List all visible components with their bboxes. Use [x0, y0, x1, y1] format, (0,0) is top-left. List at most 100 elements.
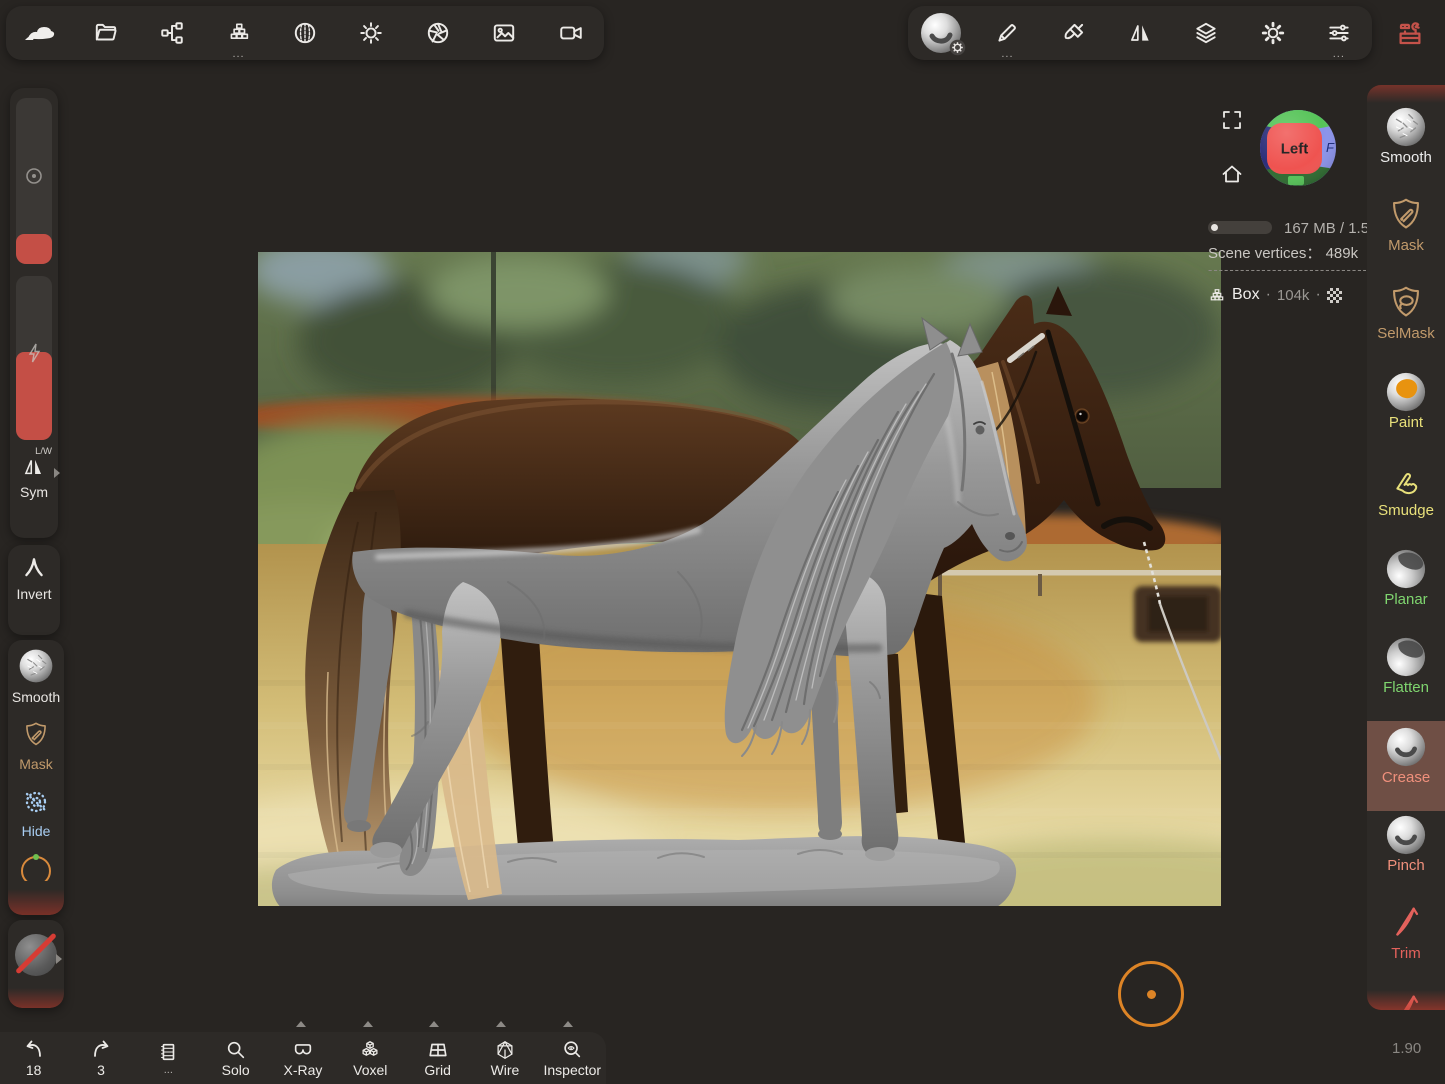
- left-panel-scroll-fade: [8, 889, 64, 915]
- tool-smudge[interactable]: Smudge: [1367, 456, 1445, 544]
- paint-sphere-icon: [1385, 371, 1427, 413]
- symmetry-button[interactable]: [1107, 6, 1173, 60]
- app-logo[interactable]: [6, 6, 72, 60]
- xray-button[interactable]: X-Ray: [269, 1032, 336, 1084]
- gizmo-icon: [19, 851, 53, 881]
- history-button[interactable]: ...: [135, 1032, 202, 1084]
- scene-vertices-label: Scene vertices：: [1208, 245, 1321, 262]
- invert-icon: [21, 555, 47, 581]
- mask-shield-icon: [1385, 194, 1427, 236]
- left-brush-controls: L/W Sym: [10, 88, 58, 538]
- top-left-toolbar: ...: [6, 6, 604, 60]
- voxel-caret[interactable]: [363, 1021, 373, 1027]
- sym-label: Sym: [10, 484, 58, 500]
- quick-gizmo-button[interactable]: [8, 839, 64, 886]
- solo-icon: [225, 1039, 247, 1061]
- crease-sphere-icon: [1385, 726, 1427, 768]
- scene-graph-button[interactable]: [139, 6, 205, 60]
- quick-smooth-button[interactable]: Smooth: [8, 640, 64, 705]
- top-right-toolbar: ... ...: [908, 6, 1372, 60]
- interface-sliders-button[interactable]: ...: [1306, 6, 1372, 60]
- smooth-sphere-icon: [1385, 106, 1427, 148]
- tool-paint[interactable]: Paint: [1367, 368, 1445, 456]
- tool-flatten[interactable]: Flatten: [1367, 633, 1445, 721]
- object-name: Box: [1232, 286, 1260, 304]
- voxel-button[interactable]: Voxel: [337, 1032, 404, 1084]
- grid-caret[interactable]: [429, 1021, 439, 1027]
- brush-intensity-slider[interactable]: [16, 276, 52, 440]
- solo-button[interactable]: Solo: [202, 1032, 269, 1084]
- toolbox-icon: [1395, 18, 1425, 48]
- scene-vertices-value: 489k: [1326, 245, 1359, 262]
- material-button[interactable]: [272, 6, 338, 60]
- selmask-shield-icon: [1385, 282, 1427, 324]
- canvas-3d-viewport[interactable]: [258, 252, 1221, 906]
- invert-button[interactable]: Invert: [8, 545, 60, 635]
- grid-button[interactable]: Grid: [404, 1032, 471, 1084]
- tool-mask[interactable]: Mask: [1367, 191, 1445, 279]
- inspector-caret[interactable]: [563, 1021, 573, 1027]
- memory-progress-knob: [1211, 224, 1218, 231]
- symmetry-toggle[interactable]: L/W Sym: [10, 446, 58, 500]
- planar-sphere-icon: [1385, 548, 1427, 590]
- tool-selmask[interactable]: SelMask: [1367, 279, 1445, 367]
- material-paint-button[interactable]: [1041, 6, 1107, 60]
- right-sidebar-scroll-fade-top: [1367, 85, 1445, 103]
- history-more: ...: [164, 1064, 173, 1076]
- flatten-sphere-icon: [1385, 636, 1427, 678]
- left-panel-scroll-fade2: [8, 988, 64, 1008]
- memory-progressbar: [1208, 221, 1272, 234]
- wire-caret[interactable]: [496, 1021, 506, 1027]
- postprocess-button[interactable]: [405, 6, 471, 60]
- topology-button[interactable]: ...: [205, 6, 271, 60]
- quick-mask-button[interactable]: Mask: [8, 705, 64, 772]
- files-button[interactable]: [72, 6, 138, 60]
- tool-crease[interactable]: Crease: [1367, 721, 1445, 811]
- quick-hide-button[interactable]: Hide: [8, 772, 64, 839]
- background-button[interactable]: [471, 6, 537, 60]
- tool-planar[interactable]: Planar: [1367, 545, 1445, 633]
- orientation-gizmo[interactable]: F Left: [1258, 108, 1338, 193]
- no-material-button[interactable]: [8, 920, 64, 1008]
- layers-button[interactable]: [1173, 6, 1239, 60]
- camera-button[interactable]: [538, 6, 604, 60]
- tool-smooth[interactable]: Smooth: [1367, 103, 1445, 191]
- sym-expand-arrow[interactable]: [54, 468, 60, 478]
- reference-photo-with-sculpt: [258, 252, 1221, 906]
- brush-settings-gear-badge[interactable]: [949, 39, 966, 56]
- xray-caret[interactable]: [296, 1021, 306, 1027]
- lighting-button[interactable]: [338, 6, 404, 60]
- undo-button[interactable]: 18: [0, 1032, 67, 1084]
- toolbox-button[interactable]: [1386, 10, 1434, 56]
- wireframe-icon: [493, 1039, 517, 1061]
- tool-pinch[interactable]: Pinch: [1367, 811, 1445, 899]
- brush-radius-slider[interactable]: [16, 98, 52, 264]
- settings-button[interactable]: [1239, 6, 1305, 60]
- material-expand-arrow[interactable]: [56, 954, 62, 964]
- inspector-button[interactable]: Inspector: [539, 1032, 606, 1084]
- home-view-button[interactable]: [1220, 162, 1244, 191]
- fullscreen-button[interactable]: [1220, 108, 1244, 137]
- redo-icon: [89, 1039, 113, 1061]
- history-notebook-icon: [157, 1041, 179, 1063]
- sym-icon: [21, 457, 47, 479]
- object-topology-icon: [1208, 286, 1226, 304]
- tool-trim[interactable]: Trim: [1367, 899, 1445, 987]
- topology-more: ...: [205, 48, 271, 60]
- trim-knife-icon: [1385, 902, 1427, 944]
- radius-slider-fill: [16, 234, 52, 264]
- brush-preview-button[interactable]: [908, 6, 974, 60]
- object-vertex-count: 104k: [1277, 287, 1310, 304]
- radius-icon: [24, 166, 44, 186]
- stroke-button[interactable]: ...: [974, 6, 1040, 60]
- undo-count: 18: [26, 1062, 42, 1078]
- intensity-slider-fill: [16, 352, 52, 440]
- object-row[interactable]: Box · 104k ·: [1208, 286, 1342, 304]
- wire-button[interactable]: Wire: [471, 1032, 538, 1084]
- undo-icon: [22, 1039, 46, 1061]
- right-sidebar-scroll-fade-bottom: [1367, 990, 1445, 1010]
- scene-vertices: Scene vertices： 489k: [1208, 242, 1358, 263]
- quick-smooth-label: Smooth: [8, 689, 64, 705]
- sym-badge: L/W: [10, 446, 58, 457]
- redo-button[interactable]: 3: [67, 1032, 134, 1084]
